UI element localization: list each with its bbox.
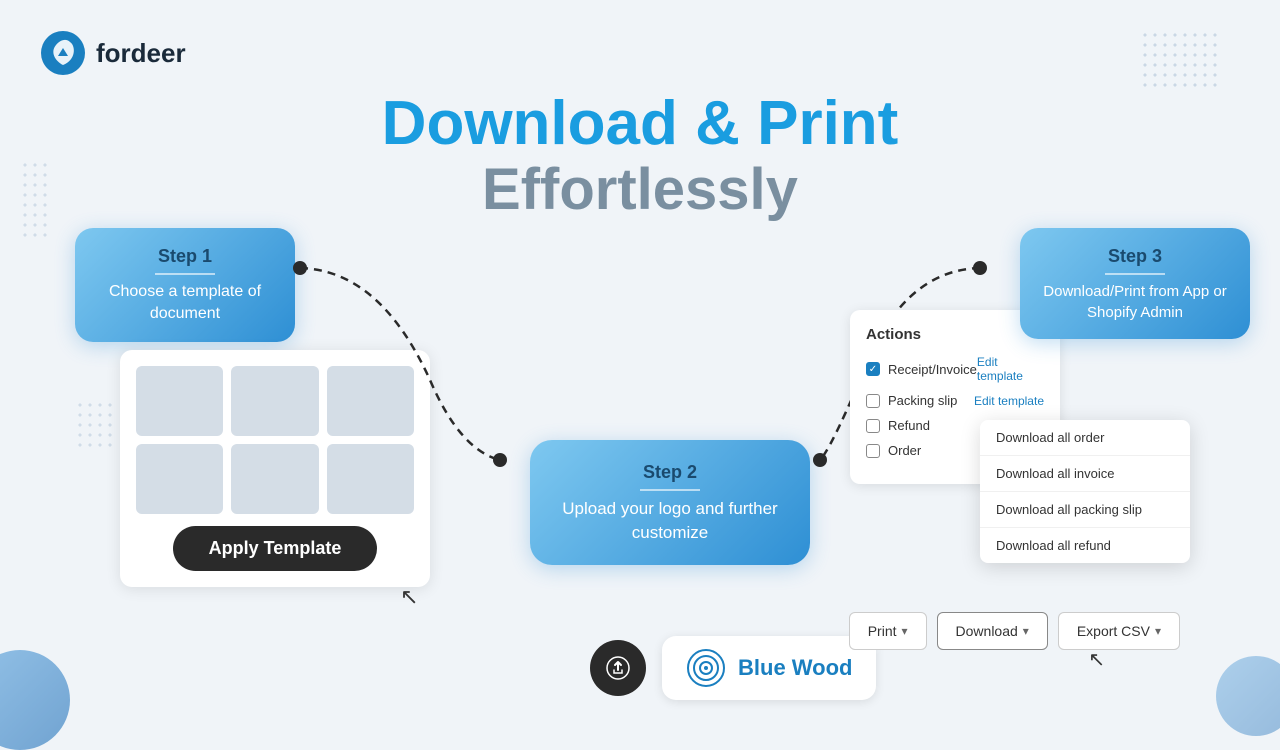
receipt-edit-link[interactable]: Edit template [977,355,1044,383]
bottom-buttons: Print ▾ Download ▾ Export CSV ▾ [849,612,1180,650]
main-title: Download & Print Effortlessly [0,90,1280,222]
download-all-invoice[interactable]: Download all invoice [980,456,1190,492]
receipt-label: Receipt/Invoice [888,362,977,377]
cursor-icon-2: ↖ [1088,647,1105,672]
actions-title: Actions [866,326,1044,343]
download-all-packing-slip[interactable]: Download all packing slip [980,492,1190,528]
refund-label: Refund [888,418,930,433]
packing-checkbox[interactable] [866,394,880,408]
step1-divider [155,273,215,275]
export-csv-button[interactable]: Export CSV ▾ [1058,612,1180,650]
step1-label: Step 1 [95,246,275,267]
step2-label: Step 2 [554,462,786,483]
cursor-icon: ↖ [400,584,418,610]
decorative-dots-top-right [1140,30,1220,90]
step2-divider [640,489,700,491]
share-icon[interactable] [590,640,646,696]
refund-checkbox[interactable] [866,419,880,433]
title-line2: Effortlessly [0,158,1280,222]
template-cell-4[interactable] [136,444,223,514]
step1-card: Step 1 Choose a template of document [75,228,295,342]
step3-label: Step 3 [1040,246,1230,267]
step3-card: Step 3 Download/Print from App or Shopif… [1020,228,1250,339]
step2-description: Upload your logo and further customize [554,497,786,545]
title-line1: Download & Print [0,90,1280,158]
blue-wood-name: Blue Wood [738,655,852,681]
receipt-checkbox[interactable]: ✓ [866,362,880,376]
action-row-receipt: ✓ Receipt/Invoice Edit template [866,355,1044,383]
decorative-dots-mid-left [75,400,115,450]
order-label: Order [888,443,921,458]
brand-name: fordeer [96,38,186,69]
template-cell-1[interactable] [136,366,223,436]
step2-card: Step 2 Upload your logo and further cust… [530,440,810,565]
blue-wood-logo-icon [686,648,726,688]
header: fordeer [40,30,186,76]
export-chevron-icon: ▾ [1155,624,1161,638]
print-button[interactable]: Print ▾ [849,612,927,650]
download-all-order[interactable]: Download all order [980,420,1190,456]
fordeer-logo-icon [40,30,86,76]
connector-line-1 [300,250,560,480]
download-button[interactable]: Download ▾ [937,612,1048,650]
print-chevron-icon: ▾ [902,624,908,638]
decorative-circle-bottom-right [1216,656,1280,736]
download-all-refund[interactable]: Download all refund [980,528,1190,563]
step1-description: Choose a template of document [95,281,275,326]
download-dropdown: Download all order Download all invoice … [980,420,1190,563]
decorative-circle-bottom-left [0,650,70,750]
logo-area: Blue Wood [590,636,876,700]
order-checkbox[interactable] [866,444,880,458]
packing-label: Packing slip [888,393,957,408]
blue-wood-badge: Blue Wood [662,636,876,700]
apply-template-button[interactable]: Apply Template [173,526,378,571]
packing-edit-link[interactable]: Edit template [974,394,1044,408]
step3-description: Download/Print from App or Shopify Admin [1040,281,1230,323]
download-chevron-icon: ▾ [1023,624,1029,638]
action-row-packing: Packing slip Edit template [866,393,1044,408]
step3-divider [1105,273,1165,275]
